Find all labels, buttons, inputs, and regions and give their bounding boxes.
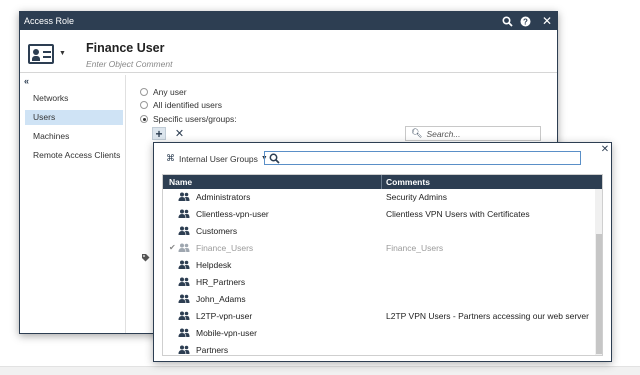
sidebar-item-machines[interactable]: Machines (25, 129, 123, 144)
user-group-icon (178, 260, 190, 270)
row-name: John_Adams (196, 294, 246, 304)
row-name: HR_Partners (196, 277, 246, 287)
option-label: Specific users/groups: (153, 114, 237, 124)
sidebar-item-remote-access-clients[interactable]: Remote Access Clients (25, 148, 123, 163)
row-name: Administrators (196, 192, 251, 202)
user-group-icon (178, 311, 190, 321)
user-group-icon (178, 209, 190, 219)
dialog-title: Access Role (24, 16, 75, 26)
object-comment-field[interactable]: Enter Object Comment (86, 59, 172, 69)
row-comment: Clientless VPN Users with Certificates (386, 209, 530, 219)
table-row[interactable]: Customers (163, 223, 594, 240)
grid-icon: ⌘ (166, 153, 175, 163)
user-group-picker: ✕ ⌘ Internal User Groups ▼ Name Comments… (153, 142, 612, 362)
tag-icon[interactable] (141, 253, 150, 264)
dialog-titlebar: Access Role ? ✕ (20, 12, 557, 30)
table-row[interactable]: L2TP-vpn-user L2TP VPN Users - Partners a… (163, 308, 594, 325)
search-icon: 🔍︎ (411, 128, 423, 138)
search-icon (269, 153, 280, 164)
table-row[interactable]: John_Adams (163, 291, 594, 308)
header-divider (20, 72, 557, 73)
access-role-icon[interactable] (28, 44, 54, 64)
row-comment: L2TP VPN Users - Partners accessing our … (386, 311, 589, 321)
table-body: Administrators Security Admins Clientless-… (163, 189, 594, 355)
column-divider (381, 175, 382, 189)
groups-table: Name Comments Administrators Security Adm… (162, 174, 603, 356)
option-all-identified-users[interactable]: All identified users (140, 100, 222, 110)
group-type-label: Internal User Groups (179, 153, 258, 164)
selected-check-icon: ✔ (169, 243, 176, 252)
user-group-icon (178, 243, 190, 253)
row-name: Helpdesk (196, 260, 232, 270)
user-group-icon (178, 345, 190, 355)
user-group-icon (178, 294, 190, 304)
row-name: Partners (196, 345, 229, 355)
search-icon[interactable] (499, 13, 515, 29)
remove-button[interactable]: ✕ (173, 127, 186, 140)
chevron-down-icon[interactable]: ▼ (59, 50, 66, 57)
option-any-user[interactable]: Any user (140, 87, 187, 97)
table-row[interactable]: Administrators Security Admins (163, 189, 594, 206)
column-header-comments[interactable]: Comments (386, 177, 430, 187)
table-row[interactable]: Partners (163, 342, 594, 355)
radio-button-selected[interactable] (140, 115, 148, 123)
members-search-input[interactable]: 🔍︎ Search... (405, 126, 541, 141)
object-name[interactable]: Finance User (86, 41, 165, 55)
user-group-icon (178, 192, 190, 202)
row-name: Mobile-vpn-user (196, 328, 257, 338)
picker-search-input[interactable] (264, 151, 581, 165)
collapse-sidebar-icon[interactable]: « (24, 76, 29, 86)
user-group-icon (178, 328, 190, 338)
row-comment: Security Admins (386, 192, 447, 202)
sidebar-item-users[interactable]: Users (25, 110, 123, 125)
radio-button[interactable] (140, 88, 148, 96)
user-group-icon (178, 277, 190, 287)
option-specific-users[interactable]: Specific users/groups: (140, 114, 237, 124)
table-row[interactable]: Mobile-vpn-user (163, 325, 594, 342)
scrollbar[interactable] (595, 189, 602, 355)
radio-button[interactable] (140, 101, 148, 109)
svg-text:?: ? (523, 17, 528, 26)
column-header-name[interactable]: Name (169, 177, 192, 187)
option-label: Any user (153, 87, 187, 97)
row-comment: Finance_Users (386, 243, 444, 253)
search-placeholder: Search... (426, 128, 461, 139)
close-icon[interactable]: ✕ (539, 12, 555, 30)
scrollbar-thumb[interactable] (596, 234, 602, 354)
table-row[interactable]: Helpdesk (163, 257, 594, 274)
table-header: Name Comments (163, 175, 602, 189)
table-row[interactable]: ✔ Finance_Users Finance_Users (163, 240, 594, 257)
row-name: L2TP-vpn-user (196, 311, 253, 321)
row-name: Customers (196, 226, 238, 236)
row-name: Clientless-vpn-user (196, 209, 269, 219)
option-label: All identified users (153, 100, 222, 110)
sidebar-item-networks[interactable]: Networks (25, 91, 123, 106)
close-icon[interactable]: ✕ (599, 143, 611, 155)
background-strip (0, 366, 640, 375)
sidebar: « Networks Users Machines Remote Access … (20, 75, 126, 333)
user-group-icon (178, 226, 190, 236)
add-button[interactable]: + (152, 127, 166, 141)
row-name: Finance_Users (196, 243, 254, 253)
help-icon[interactable]: ? (517, 13, 533, 29)
group-type-dropdown[interactable]: ⌘ Internal User Groups ▼ (166, 153, 268, 164)
table-row[interactable]: HR_Partners (163, 274, 594, 291)
table-row[interactable]: Clientless-vpn-user Clientless VPN Users … (163, 206, 594, 223)
